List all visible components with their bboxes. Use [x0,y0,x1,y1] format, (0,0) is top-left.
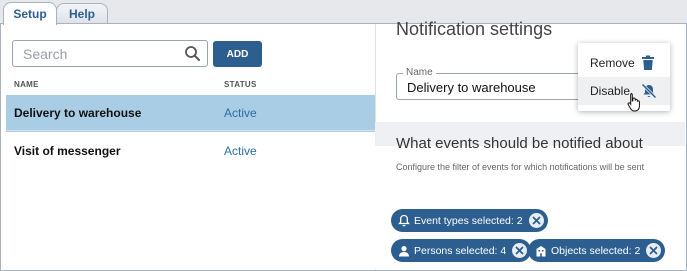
chip-label: Persons selected: 4 [414,244,507,257]
row-name: Visit of messenger [14,144,121,158]
tab-setup[interactable]: Setup [3,2,57,25]
name-field-value: Delivery to warehouse [407,80,536,95]
tab-bar: Help Setup [0,0,687,25]
close-icon[interactable] [512,243,528,258]
chip-event-types[interactable]: Event types selected: 2 [391,209,548,232]
search-box [12,40,208,67]
row-status: Active [224,144,257,158]
chip-label: Event types selected: 2 [414,214,523,227]
search-input[interactable] [13,41,178,66]
bell-off-icon [641,83,657,102]
person-icon [397,244,410,257]
menu-item-label: Disable [590,84,631,98]
add-button[interactable]: ADD [213,41,262,67]
bell-icon [397,214,410,227]
chip-objects[interactable]: Objects selected: 2 [528,239,666,262]
trash-icon [641,55,655,74]
events-title: What events should be notified about [396,135,643,152]
table-row[interactable]: Visit of messenger Active [6,133,375,170]
menu-item-label: Remove [590,56,635,70]
row-status: Active [224,106,257,120]
page-title: Notification settings [396,19,553,39]
divider [6,130,375,131]
hand-cursor-icon [627,92,641,117]
row-name: Delivery to warehouse [14,106,142,120]
column-header-status[interactable]: STATUS [224,80,257,89]
close-icon[interactable] [528,213,544,228]
search-icon[interactable] [184,45,201,67]
context-menu: Remove Disable [578,43,670,111]
name-field-label: Name [403,67,436,78]
tab-help[interactable]: Help [56,3,108,24]
building-icon [534,244,547,257]
table-row[interactable]: Delivery to warehouse Active [6,95,375,132]
close-icon[interactable] [646,243,662,258]
menu-item-remove[interactable]: Remove [578,49,670,77]
column-header-name[interactable]: NAME [14,80,39,89]
events-subtitle: Configure the filter of events for which… [396,162,645,172]
menu-item-disable[interactable]: Disable [578,77,670,105]
chip-persons[interactable]: Persons selected: 4 [391,239,532,262]
chip-label: Objects selected: 2 [551,244,641,257]
